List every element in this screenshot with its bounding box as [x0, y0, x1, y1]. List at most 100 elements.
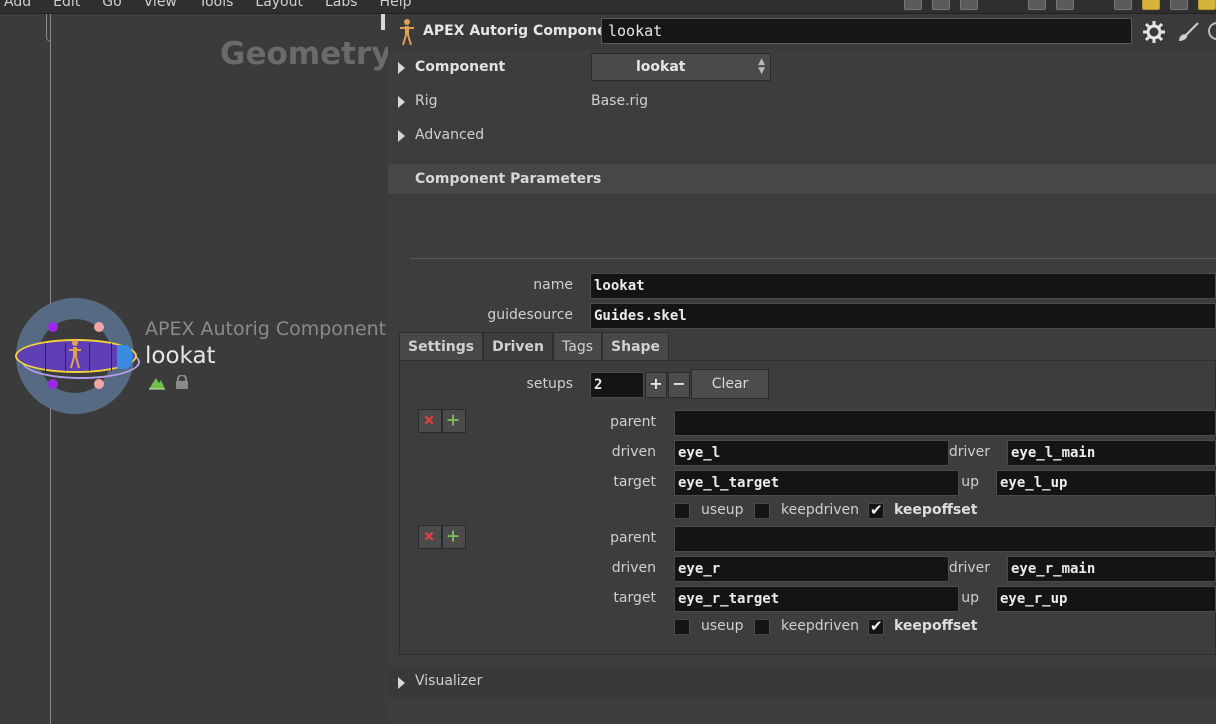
folder-icon[interactable] [1198, 0, 1216, 10]
add-setup-button[interactable]: + [645, 372, 667, 398]
up-field-2[interactable]: eye_r_up [996, 586, 1216, 612]
tab-driven[interactable]: Driven [483, 332, 554, 360]
gear-icon[interactable] [1142, 20, 1166, 44]
keepdriven-label: keepdriven [781, 502, 860, 518]
target-field-2[interactable]: eye_r_target [674, 586, 959, 612]
brush-icon[interactable] [1176, 20, 1200, 44]
add-pane-icon[interactable] [1170, 0, 1188, 10]
guidesource-field[interactable]: Guides.skel [590, 303, 1216, 329]
node-band [89, 343, 90, 371]
name-field[interactable]: lookat [590, 273, 1216, 299]
component-menu[interactable]: lookat ▲ ▼ [591, 53, 771, 81]
rig-label: Rig [415, 93, 438, 109]
network-editor[interactable]: Geometry APEX Autorig Component lookat [0, 14, 392, 724]
keepdriven-checkbox-1[interactable] [754, 503, 770, 519]
menu-edit[interactable]: Edit [53, 0, 80, 10]
driven-field-2[interactable]: eye_r [674, 556, 949, 582]
clear-button[interactable]: Clear [691, 369, 769, 399]
driver-field-2[interactable]: eye_r_main [1007, 556, 1216, 582]
target-field-1[interactable]: eye_l_target [674, 470, 959, 496]
layout-icon[interactable] [932, 0, 950, 10]
setups-count-field[interactable]: 2 [590, 372, 644, 398]
output-connector[interactable] [48, 379, 58, 389]
folder-visualizer[interactable]: Visualizer [388, 666, 1216, 698]
component-label: Component [415, 59, 506, 75]
split-icon[interactable] [1028, 0, 1046, 10]
menu-go[interactable]: Go [102, 0, 121, 10]
menu-layout[interactable]: Layout [255, 0, 303, 10]
keepoffset-checkbox-2[interactable]: ✔ [868, 617, 884, 635]
setups-label: setups [526, 376, 573, 392]
note-icon[interactable] [1142, 0, 1160, 10]
useup-checkbox-2[interactable] [674, 619, 690, 635]
keepoffset-label: keepoffset [894, 618, 978, 634]
menu-tools[interactable]: Tools [199, 0, 234, 10]
lock-icon[interactable] [175, 375, 189, 389]
node-type-title: APEX Autorig Component [423, 23, 624, 39]
remove-instance-button[interactable] [418, 525, 442, 549]
expand-arrow-icon[interactable] [398, 130, 405, 142]
component-parameters-title: Component Parameters [415, 171, 602, 187]
close-icon [424, 531, 434, 541]
render-flag-icon[interactable] [148, 374, 166, 390]
menu-view[interactable]: View [144, 0, 177, 10]
advanced-label: Advanced [415, 127, 485, 143]
component-parameters-header: Component Parameters [388, 164, 1216, 194]
folder-advanced[interactable]: Advanced [388, 119, 1216, 153]
parent-label: parent [610, 414, 656, 430]
input-connector[interactable] [48, 322, 58, 332]
tab-settings[interactable]: Settings [399, 332, 484, 360]
useup-checkbox-1[interactable] [674, 503, 690, 519]
updown-arrow-icon: ▲ ▼ [758, 57, 765, 76]
parent-label: parent [610, 530, 656, 546]
up-label: up [961, 590, 979, 606]
folder-rig[interactable]: Rig Base.rig [388, 85, 1216, 119]
menu-add[interactable]: Add [4, 0, 31, 10]
driver-field-1[interactable]: eye_l_main [1007, 440, 1216, 466]
checkmark-icon: ✔ [870, 501, 883, 519]
menu-labs[interactable]: Labs [325, 0, 358, 10]
insert-instance-button[interactable] [442, 525, 466, 549]
window-icon[interactable] [1114, 0, 1132, 10]
houdini-window: Add Edit Go View Tools Layout Labs Help [0, 0, 1216, 724]
expand-arrow-icon[interactable] [398, 96, 405, 108]
input-connector[interactable] [94, 322, 104, 332]
insert-instance-button[interactable] [442, 409, 466, 433]
parent-field-1[interactable] [674, 410, 1216, 436]
driven-field-1[interactable]: eye_l [674, 440, 949, 466]
parent-field-2[interactable] [674, 526, 1216, 552]
node-name-label[interactable]: lookat [145, 343, 216, 369]
keepoffset-label: keepoffset [894, 502, 978, 518]
keepdriven-label: keepdriven [781, 618, 860, 634]
node-type-label: APEX Autorig Component [145, 318, 387, 340]
pin-icon[interactable] [904, 0, 922, 10]
menu-bar: Add Edit Go View Tools Layout Labs Help [0, 0, 1216, 14]
expand-arrow-icon[interactable] [398, 62, 405, 74]
menu-help[interactable]: Help [380, 0, 412, 10]
help-icon[interactable] [1208, 22, 1216, 40]
separator [410, 258, 1216, 259]
folder-component[interactable]: Component lookat ▲ ▼ [388, 51, 1216, 85]
list-icon[interactable] [1056, 0, 1074, 10]
close-icon [424, 415, 434, 425]
expand-arrow-icon[interactable] [398, 677, 405, 689]
keepoffset-checkbox-1[interactable]: ✔ [868, 501, 884, 519]
node-name-field[interactable]: lookat [601, 18, 1132, 44]
keepdriven-checkbox-2[interactable] [754, 619, 770, 635]
tab-shape[interactable]: Shape [602, 332, 670, 360]
target-label: target [613, 590, 656, 606]
tab-tags[interactable]: Tags [553, 332, 603, 360]
node-display-flag[interactable] [117, 345, 133, 369]
output-connector[interactable] [94, 379, 104, 389]
name-param-label: name [533, 277, 573, 293]
remove-setup-button[interactable]: − [668, 372, 690, 398]
node-band [45, 343, 46, 371]
up-field-1[interactable]: eye_l_up [996, 470, 1216, 496]
panel-icon[interactable] [960, 0, 978, 10]
remove-instance-button[interactable] [418, 409, 442, 433]
context-title: Geometry [220, 36, 392, 72]
pane-divider-handle[interactable] [381, 14, 385, 30]
driver-label: driver [948, 560, 990, 576]
figure-icon [69, 340, 81, 369]
checkmark-icon: ✔ [870, 617, 883, 635]
